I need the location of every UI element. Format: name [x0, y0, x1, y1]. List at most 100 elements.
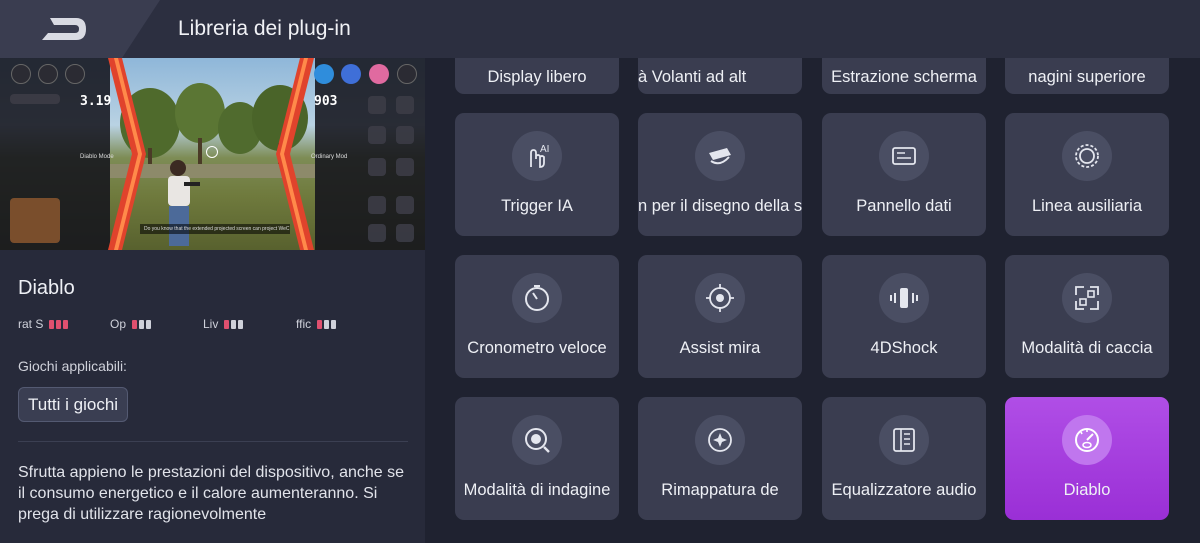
plugin-card-label: Pannello dati [856, 197, 952, 215]
plugin-card-label: n per il disegno della s [638, 197, 802, 215]
home-icon [11, 64, 31, 84]
applicable-games-label: Giochi applicabili: [18, 358, 127, 374]
plugin-detail-panel: 3.19 903 Diablo Mode Ordinary Mod Do you… [0, 58, 425, 543]
stat-bars [132, 319, 152, 329]
plugin-card-label: Trigger IA [501, 197, 573, 215]
performance-card [10, 198, 60, 243]
plugin-card-label: Equalizzatore audio [831, 481, 977, 499]
stat-bars [317, 319, 337, 329]
app-icon [341, 64, 361, 84]
stat-bar-segment [146, 319, 152, 329]
stat-label: ffic [296, 317, 312, 331]
wifi-icon [368, 96, 386, 114]
equalizer-icon [879, 415, 929, 465]
stat-bar-segment [63, 319, 69, 329]
plugin-stats: rat S Op Liv ffic [18, 317, 418, 333]
plugin-card-label: nagini superiore [1028, 68, 1146, 86]
plugin-card[interactable]: à Volanti ad alt [638, 58, 802, 94]
stat-label: rat S [18, 317, 44, 331]
plugin-card-label: Assist mira [679, 339, 761, 357]
plugin-card[interactable]: nagini superiore [1005, 58, 1169, 94]
plugin-card-hunt-mode[interactable]: Modalità di caccia [1005, 255, 1169, 378]
ai-trigger-icon: AI [512, 131, 562, 181]
investigation-icon [512, 415, 562, 465]
plugin-card-aim-assist[interactable]: Assist mira [638, 255, 802, 378]
plugin-preview-image: 3.19 903 Diablo Mode Ordinary Mod Do you… [0, 58, 425, 250]
bell-icon [368, 224, 386, 242]
stat-item: Liv [203, 317, 244, 331]
app-icon [369, 64, 389, 84]
plugin-card-label: Linea ausiliaria [1031, 197, 1143, 215]
cpu-readout: 3.19 [80, 94, 112, 109]
aim-assist-icon [695, 273, 745, 323]
stat-bar-segment [331, 319, 337, 329]
plugin-card-label: Rimappatura de [661, 481, 779, 499]
divider [18, 441, 408, 442]
auxiliary-line-icon [1062, 131, 1112, 181]
gesture-icon [396, 224, 414, 242]
media-icon [368, 158, 386, 176]
record-icon [396, 158, 414, 176]
plugin-card[interactable]: Display libero [455, 58, 619, 94]
stat-bar-segment [224, 319, 230, 329]
plugin-card[interactable]: Estrazione scherma [822, 58, 986, 94]
settings-icon [65, 64, 85, 84]
stat-bar-segment [324, 319, 330, 329]
plugin-card-drawing[interactable]: n per il disegno della s [638, 113, 802, 236]
left-mode-label: Diablo Mode [80, 154, 114, 160]
plugin-card-equalizer[interactable]: Equalizzatore audio [822, 397, 986, 520]
plugin-card-label: à Volanti ad alt [638, 68, 747, 86]
plugin-card-label: Modalità di caccia [1021, 339, 1153, 357]
plugin-card-trigger-ai[interactable]: AI Trigger IA [455, 113, 619, 236]
fps-readout: 903 [314, 94, 338, 109]
back-arrow-icon[interactable] [38, 14, 90, 44]
plugin-card-stopwatch[interactable]: Cronometro veloce [455, 255, 619, 378]
plugin-card-data-panel[interactable]: Pannello dati [822, 113, 986, 236]
right-chevron-frame [276, 58, 314, 250]
plugin-card-label: Display libero [487, 68, 587, 86]
vibration-icon [879, 273, 929, 323]
all-games-chip[interactable]: Tutti i giochi [18, 387, 129, 422]
plugin-card-auxiliary-line[interactable]: Linea ausiliaria [1005, 113, 1169, 236]
stat-bar-segment [238, 319, 244, 329]
plugin-grid: Display libero à Volanti ad alt Estrazio… [425, 58, 1200, 543]
plugin-card-investigation[interactable]: Modalità di indagine [455, 397, 619, 520]
hud-toggle [10, 94, 60, 104]
diablo-speedometer-icon [1062, 415, 1112, 465]
plugin-description: Sfrutta appieno le prestazioni del dispo… [18, 464, 405, 523]
app-icon [314, 64, 334, 84]
remap-icon [695, 415, 745, 465]
stat-item: ffic [296, 317, 337, 331]
stat-bar-segment [132, 319, 138, 329]
stat-bar-segment [49, 319, 55, 329]
stat-item: rat S [18, 317, 69, 331]
stat-item: Op [110, 317, 152, 331]
plugin-card-label: Estrazione scherma [831, 68, 977, 86]
page-title: Libreria dei plug-in [178, 17, 351, 40]
plugin-card-diablo[interactable]: Diablo [1005, 397, 1169, 520]
plugin-card-label: Modalità di indagine [463, 481, 611, 499]
stat-label: Op [110, 317, 127, 331]
lock-icon [368, 196, 386, 214]
crosshair-icon [206, 146, 218, 158]
stat-bar-segment [139, 319, 145, 329]
stat-bars [224, 319, 244, 329]
right-mode-label: Ordinary Mod [311, 154, 348, 160]
plugin-card-remap[interactable]: Rimappatura de [638, 397, 802, 520]
edit-icon [38, 64, 58, 84]
svg-text:AI: AI [540, 144, 549, 155]
stat-bar-segment [56, 319, 62, 329]
stat-label: Liv [203, 317, 219, 331]
plugin-card-label: Diablo [1063, 481, 1111, 499]
hunt-mode-icon [1062, 273, 1112, 323]
stat-bar-segment [231, 319, 237, 329]
screen-icon [396, 96, 414, 114]
preview-caption: Do you know that the extended projected … [140, 224, 290, 234]
stat-bars [49, 319, 69, 329]
stat-bar-segment [317, 319, 323, 329]
data-panel-icon [879, 131, 929, 181]
plugin-card-4dshock[interactable]: 4DShock [822, 255, 986, 378]
stopwatch-icon [512, 273, 562, 323]
chevron-down-icon [397, 64, 417, 84]
drawing-icon [695, 131, 745, 181]
